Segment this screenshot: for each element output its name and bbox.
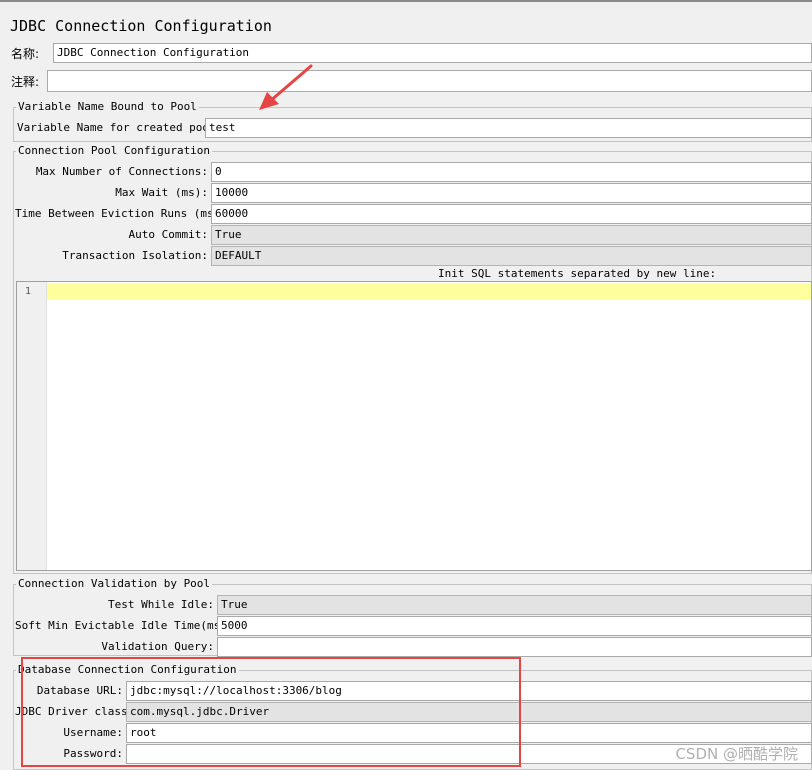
editor-gutter: 1: [17, 282, 47, 570]
pool-section-legend: Connection Pool Configuration: [18, 144, 211, 157]
max-wait-label: Max Wait (ms):: [115, 186, 208, 199]
transaction-isolation-select[interactable]: DEFAULT: [211, 246, 812, 266]
max-connections-label: Max Number of Connections:: [35, 165, 208, 178]
soft-min-idle-label: Soft Min Evictable Idle Time(ms):: [15, 619, 234, 632]
variable-section-legend: Variable Name Bound to Pool: [18, 100, 197, 113]
page-title: JDBC Connection Configuration: [10, 17, 272, 35]
annotation-arrow-icon: [259, 64, 313, 110]
pool-variable-field[interactable]: test: [205, 118, 812, 138]
current-line-highlight: [47, 283, 811, 300]
test-while-idle-label: Test While Idle:: [108, 598, 214, 611]
validation-query-label: Validation Query:: [101, 640, 214, 653]
annotation-highlight-box: [21, 657, 521, 767]
max-connections-field[interactable]: 0: [211, 162, 812, 182]
pool-variable-label: Variable Name for created pool:: [17, 121, 223, 134]
line-number: 1: [25, 286, 32, 297]
eviction-runs-field[interactable]: 60000: [211, 204, 812, 224]
name-label: 名称:: [11, 47, 40, 61]
comment-field[interactable]: [47, 70, 812, 92]
validation-query-field[interactable]: [217, 637, 812, 657]
name-field[interactable]: JDBC Connection Configuration: [53, 43, 812, 63]
soft-min-idle-field[interactable]: 5000: [217, 616, 812, 636]
eviction-runs-label: Time Between Eviction Runs (ms):: [15, 207, 227, 220]
test-while-idle-select[interactable]: True: [217, 595, 812, 615]
jdbc-config-window: JDBC Connection Configuration 名称: JDBC C…: [0, 0, 812, 770]
auto-commit-select[interactable]: True: [211, 225, 812, 245]
init-sql-editor[interactable]: 1: [16, 281, 812, 571]
comment-label: 注释:: [11, 75, 40, 89]
transaction-isolation-label: Transaction Isolation:: [62, 249, 208, 262]
validation-section-legend: Connection Validation by Pool: [18, 577, 211, 590]
max-wait-field[interactable]: 10000: [211, 183, 812, 203]
auto-commit-label: Auto Commit:: [128, 228, 208, 241]
csdn-watermark: CSDN @晒酷学院: [675, 745, 798, 763]
